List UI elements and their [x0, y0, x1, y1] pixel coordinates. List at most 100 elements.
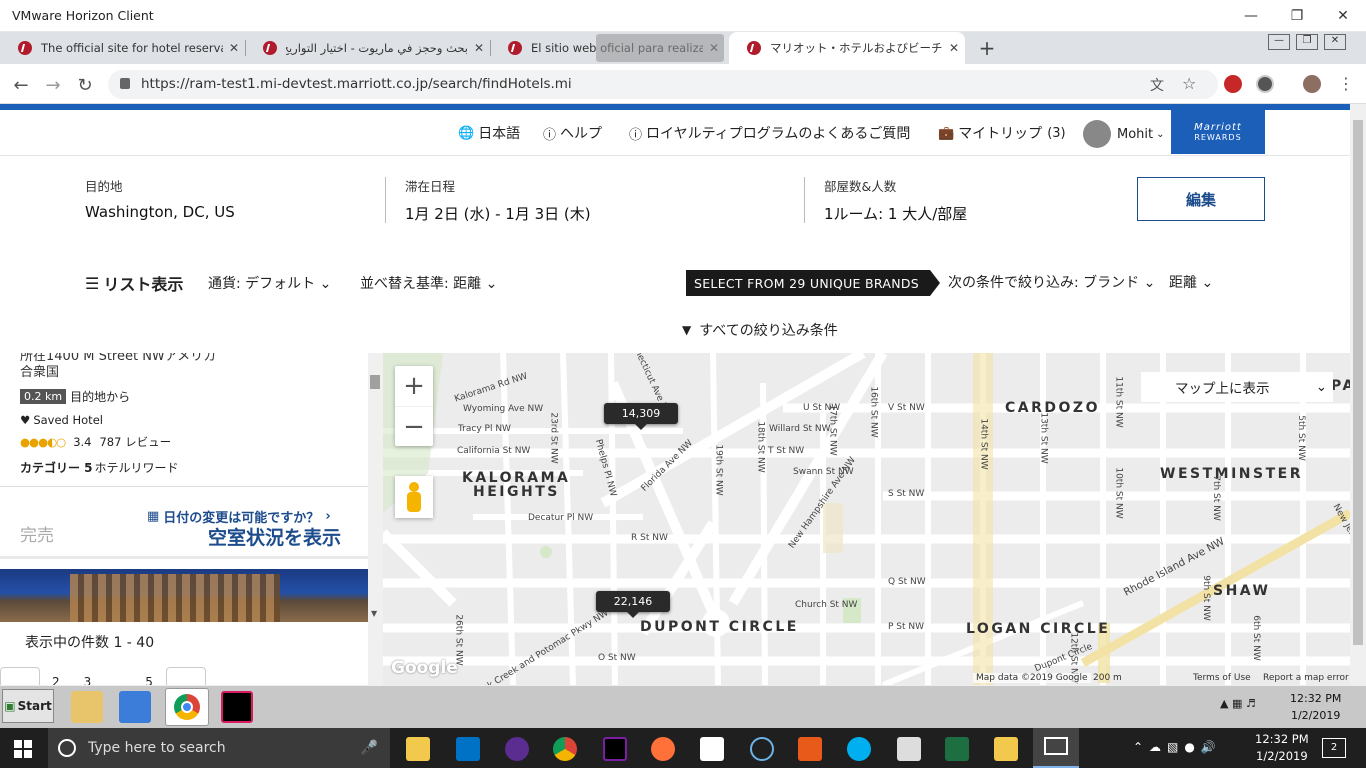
browser-menu-icon[interactable]: ⋮ [1338, 74, 1354, 93]
back-icon[interactable]: ← [8, 72, 34, 98]
close-tab-icon[interactable]: ✕ [468, 41, 490, 55]
vm-start-button[interactable]: ▣ Start [2, 689, 54, 723]
firefox-icon[interactable] [651, 737, 675, 761]
loyalty-faq-link[interactable]: ⓘ ロイヤルティプログラムのよくあるご質問 [629, 123, 910, 143]
vm-window-controls[interactable]: — ❐ ✕ [1268, 34, 1362, 50]
all-filters-button[interactable]: ▼ すべての絞り込み条件 [682, 320, 838, 340]
sort-dropdown[interactable]: 並べ替え基準: 距離 ⌄ [360, 273, 497, 293]
neighborhood-label: WESTMINSTER [1160, 466, 1303, 482]
extension-s-icon[interactable] [1224, 75, 1242, 93]
zoom-out-button[interactable]: − [395, 406, 433, 446]
browser-tab-1[interactable]: The official site for hotel reservation … [0, 32, 245, 64]
chevron-down-icon: ⌄ [1156, 128, 1165, 140]
user-menu[interactable]: Mohit ⌄ [1083, 120, 1165, 148]
marriott-favicon-icon [18, 41, 32, 55]
address-bar[interactable]: https://ram-test1.mi-devtest.marriott.co… [108, 70, 1218, 99]
page-prev-button[interactable] [0, 667, 40, 685]
distance-dropdown[interactable]: 距離 ⌄ [1169, 272, 1213, 292]
new-tab-button[interactable]: + [976, 36, 998, 60]
bookmark-star-icon[interactable]: ☆ [1182, 74, 1196, 93]
lock-app-icon[interactable] [994, 737, 1018, 761]
hotel-photo[interactable] [0, 569, 368, 622]
terms-link[interactable]: Terms of Use [1193, 673, 1251, 683]
chrome-taskbar-button[interactable] [165, 688, 209, 726]
select-brands-button[interactable]: SELECT FROM 29 UNIQUE BRANDS [686, 270, 940, 296]
rooms-guests-field[interactable]: 部屋数&人数 1ルーム: 1 大人/部屋 [824, 176, 967, 224]
explorer-icon[interactable] [71, 691, 103, 723]
forward-icon[interactable]: → [40, 72, 66, 98]
media-player-icon[interactable] [119, 691, 151, 723]
hotel-category: カテゴリー 5 ホテルリワード [20, 461, 179, 475]
results-scrollbar[interactable]: ▼ [368, 353, 383, 685]
chevron-right-icon: › [325, 509, 331, 524]
restore-button[interactable]: ❐ [1274, 0, 1320, 32]
sold-out-label: 完売 [20, 526, 54, 546]
browser-tab-4-active[interactable]: マリオット・ホテルおよびビーチリゾートのご予 ✕ [729, 32, 965, 64]
vm-tray-icons[interactable]: ▲ ▦ ♬ [1220, 697, 1256, 710]
edit-search-button[interactable]: 編集 [1137, 177, 1265, 221]
neighborhood-label: PA [1331, 378, 1350, 394]
system-tray-icons[interactable]: ⌃☁▧●🔊 [1133, 740, 1222, 754]
info-icon: ⓘ [629, 127, 643, 143]
close-tab-icon[interactable]: ✕ [943, 41, 965, 55]
street-label: 13th St NW [1038, 412, 1049, 464]
zoom-in-button[interactable]: + [395, 366, 433, 406]
rating-row[interactable]: ●●●◐○ 3.4 787 レビュー [20, 434, 171, 450]
profile-avatar-icon[interactable] [1303, 75, 1321, 93]
vmware-horizon-taskbar-button[interactable] [1033, 728, 1079, 768]
neighborhood-label: CARDOZO [1005, 400, 1100, 416]
page-scrollbar-thumb[interactable] [1353, 120, 1363, 645]
street-label: Willard St NW [769, 424, 831, 434]
url-text[interactable]: https://ram-test1.mi-devtest.marriott.co… [141, 76, 572, 92]
map-view[interactable]: KALORAMA HEIGHTS CARDOZO WESTMINSTER DUP… [383, 353, 1350, 685]
view-availability-link[interactable]: 空室状況を表示 [208, 523, 341, 550]
close-tab-icon[interactable]: ✕ [223, 41, 245, 55]
chevron-down-icon: ⌄ [1201, 275, 1214, 291]
action-center-button[interactable]: 2 [1322, 738, 1346, 758]
help-link[interactable]: ⓘ ヘルプ [543, 123, 602, 143]
map-view-dropdown[interactable]: マップ上に表示 ⌄ [1141, 372, 1333, 402]
minimize-button[interactable]: — [1228, 0, 1274, 32]
postman-icon[interactable] [798, 737, 822, 761]
currency-dropdown[interactable]: 通貨: デフォルト ⌄ [208, 273, 331, 293]
intellij-icon[interactable] [221, 691, 253, 723]
microphone-icon[interactable]: 🎤 [361, 740, 378, 756]
language-link[interactable]: 🌐 日本語 [458, 123, 520, 143]
chrome-icon[interactable] [553, 737, 577, 761]
brand-filter-dropdown[interactable]: 次の条件で絞り込み: ブランド ⌄ [948, 272, 1155, 292]
cortana-icon[interactable] [750, 737, 774, 761]
file-explorer-icon[interactable] [406, 737, 430, 761]
street-label: 9th St NW [1200, 575, 1211, 621]
map-price-pin[interactable]: 14,309 [604, 403, 678, 430]
sticky-notes-icon[interactable] [700, 737, 724, 761]
windows-start-icon[interactable] [14, 740, 32, 758]
extension-w-icon[interactable] [1256, 75, 1274, 93]
street-label: O St NW [598, 653, 636, 663]
street-label: 10th St NW [1113, 467, 1124, 519]
report-map-error-link[interactable]: Report a map error [1263, 673, 1349, 683]
photos-icon[interactable] [897, 737, 921, 761]
taskbar-search-box[interactable]: Type here to search 🎤 [48, 728, 390, 768]
map-price-pin[interactable]: 22,146 [596, 591, 670, 618]
saved-hotel-toggle[interactable]: ♥ Saved Hotel [20, 413, 103, 427]
browser-tab-2[interactable]: بحث وحجز في ماريوت - اختيار التواريخ ✕ [245, 32, 490, 64]
street-view-pegman-icon[interactable] [395, 476, 433, 518]
marriott-rewards-logo[interactable]: Marriott REWARDS [1171, 110, 1265, 154]
marriott-favicon-icon [747, 41, 761, 55]
reload-icon[interactable]: ↻ [72, 72, 98, 98]
translate-icon[interactable]: 文 [1150, 75, 1164, 95]
excel-icon[interactable] [945, 737, 969, 761]
windows-clock[interactable]: 12:32 PM 1/2/2019 [1255, 732, 1309, 763]
close-window-button[interactable]: ✕ [1320, 0, 1366, 32]
destination-field[interactable]: 目的地 Washington, DC, US [85, 176, 235, 221]
dates-field[interactable]: 滞在日程 1月 2日 (水) - 1月 3日 (木) [405, 176, 591, 224]
eclipse-icon[interactable] [505, 737, 529, 761]
page-next-button[interactable] [166, 667, 206, 685]
skype-icon[interactable] [847, 737, 871, 761]
my-trips-link[interactable]: 💼 マイトリップ (3) [938, 123, 1066, 143]
outlook-icon[interactable] [456, 737, 480, 761]
list-view-toggle[interactable]: ☰ リスト表示 [85, 271, 183, 295]
intellij-icon[interactable] [603, 737, 627, 761]
neighborhood-label: HEIGHTS [473, 484, 560, 500]
vmware-toolbar-overlay[interactable] [596, 34, 724, 62]
